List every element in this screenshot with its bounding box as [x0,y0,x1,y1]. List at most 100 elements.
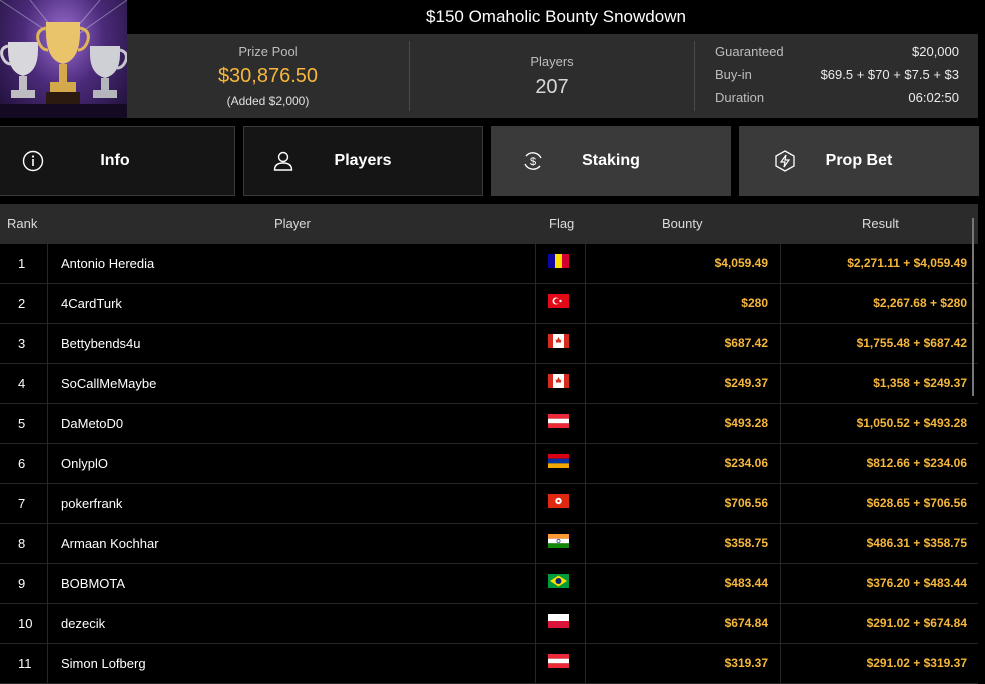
table-scrollbar[interactable] [972,218,974,396]
player-name-cell[interactable]: pokerfrank [48,484,536,523]
header-player: Player [274,216,311,231]
rank-cell: 11 [0,644,48,683]
tournament-details: Guaranteed $20,000 Buy-in $69.5 + $70 + … [715,44,959,113]
flag-austria-icon [548,414,569,428]
table-row[interactable]: 11 Simon Lofberg $319.37 $291.02 + $319.37 [0,644,978,684]
bounty-cell: $674.84 [585,604,781,643]
tab-players[interactable]: Players [243,126,483,196]
rank-cell: 4 [0,364,48,403]
player-name-cell[interactable]: 4CardTurk [48,284,536,323]
tab-info-label: Info [100,152,130,169]
player-name-cell[interactable]: OnlyplO [48,444,536,483]
players-block: Players 207 [410,34,694,118]
table-row[interactable]: 9 BOBMOTA $483.44 $376.20 + $483.44 [0,564,978,604]
table-row[interactable]: 7 pokerfrank $706.56 $628.65 + $706.56 [0,484,978,524]
result-cell: $2,271.11 + $4,059.49 [847,256,967,270]
flag-cell [536,444,586,483]
header-bounty: Bounty [662,216,703,231]
guaranteed-value: $20,000 [912,44,959,59]
rank-cell: 5 [0,404,48,443]
buyin-row: Buy-in $69.5 + $70 + $7.5 + $3 [715,67,959,90]
prize-pool-added: (Added $2,000) [226,94,310,108]
guaranteed-label: Guaranteed [715,44,784,59]
table-row[interactable]: 3 Bettybends4u $687.42 $1,755.48 + $687.42 [0,324,978,364]
result-cell: $812.66 + $234.06 [866,456,967,470]
flag-canada-icon [548,334,569,348]
bounty-cell: $319.37 [585,644,781,683]
bounty-cell: $358.75 [585,524,781,563]
tab-players-label: Players [334,152,392,169]
flag-turkey-icon [548,294,569,308]
result-cell: $291.02 + $319.37 [866,656,967,670]
buyin-label: Buy-in [715,67,752,82]
header-rank: Rank [7,216,38,231]
rank-cell: 3 [0,324,48,363]
flag-andorra-icon [548,254,569,268]
results-table-body: 1 Antonio Heredia $4,059.49 $2,271.11 + $4,… [0,244,978,684]
prize-pool-value: $30,876.50 [217,65,319,87]
results-table-header: Rank Player Flag Bounty Result [0,204,978,244]
bounty-cell: $249.37 [585,364,781,403]
flag-cell [536,524,586,563]
table-row[interactable]: 5 DaMetoD0 $493.28 $1,050.52 + $493.28 [0,404,978,444]
tab-prop-bet[interactable]: Prop Bet [739,126,979,196]
result-cell: $1,755.48 + $687.42 [856,336,967,350]
player-name-cell[interactable]: Simon Lofberg [48,644,536,683]
flag-hong-kong-icon [548,494,569,508]
tournament-banner-image [0,0,127,118]
flag-armenia-icon [548,454,569,468]
player-name-cell[interactable]: dezecik [48,604,536,643]
result-cell: $376.20 + $483.44 [866,576,967,590]
result-cell: $291.02 + $674.84 [866,616,967,630]
header-result: Result [862,216,899,231]
rank-cell: 2 [0,284,48,323]
player-name-cell[interactable]: Armaan Kochhar [48,524,536,563]
players-label: Players [530,54,574,69]
tab-staking-label: Staking [582,152,640,169]
buyin-value: $69.5 + $70 + $7.5 + $3 [820,67,959,82]
flag-austria-icon [548,654,569,668]
result-cell: $2,267.68 + $280 [873,296,967,310]
rank-cell: 1 [0,244,48,283]
result-cell: $628.65 + $706.56 [866,496,967,510]
players-value: 207 [535,76,569,98]
flag-cell [536,284,586,323]
bounty-cell: $483.44 [585,564,781,603]
rank-cell: 10 [0,604,48,643]
tab-info[interactable]: Info [0,126,235,196]
rank-cell: 9 [0,564,48,603]
bounty-cell: $687.42 [585,324,781,363]
prize-pool-label: Prize Pool [238,44,298,59]
bounty-cell: $493.28 [585,404,781,443]
flag-canada-icon [548,374,569,388]
result-cell: $1,050.52 + $493.28 [856,416,967,430]
flag-cell [536,404,586,443]
flag-india-icon [548,534,569,548]
player-name-cell[interactable]: DaMetoD0 [48,404,536,443]
flag-poland-icon [548,614,569,628]
rank-cell: 7 [0,484,48,523]
result-cell: $1,358 + $249.37 [873,376,967,390]
table-row[interactable]: 2 4CardTurk $280 $2,267.68 + $280 [0,284,978,324]
table-row[interactable]: 1 Antonio Heredia $4,059.49 $2,271.11 + $4,… [0,244,978,284]
flag-cell [536,244,586,283]
table-row[interactable]: 6 OnlyplO $234.06 $812.66 + $234.06 [0,444,978,484]
stats-divider [694,41,695,111]
table-row[interactable]: 4 SoCallMeMaybe $249.37 $1,358 + $249.37 [0,364,978,404]
table-row[interactable]: 8 Armaan Kochhar $358.75 $486.31 + $358.75 [0,524,978,564]
player-name-cell[interactable]: SoCallMeMaybe [48,364,536,403]
flag-cell [536,324,586,363]
player-name-cell[interactable]: BOBMOTA [48,564,536,603]
tab-staking[interactable]: $ Staking [491,126,731,196]
flag-cell [536,484,586,523]
table-row[interactable]: 10 dezecik $674.84 $291.02 + $674.84 [0,604,978,644]
flag-cell [536,644,586,683]
player-name-cell[interactable]: Antonio Heredia [48,244,536,283]
bounty-cell: $706.56 [585,484,781,523]
guaranteed-row: Guaranteed $20,000 [715,44,959,67]
flag-cell [536,564,586,603]
player-name-cell[interactable]: Bettybends4u [48,324,536,363]
duration-value: 06:02:50 [908,90,959,105]
tournament-stats-panel: Prize Pool $30,876.50 (Added $2,000) Pla… [127,34,978,118]
flag-cell [536,364,586,403]
